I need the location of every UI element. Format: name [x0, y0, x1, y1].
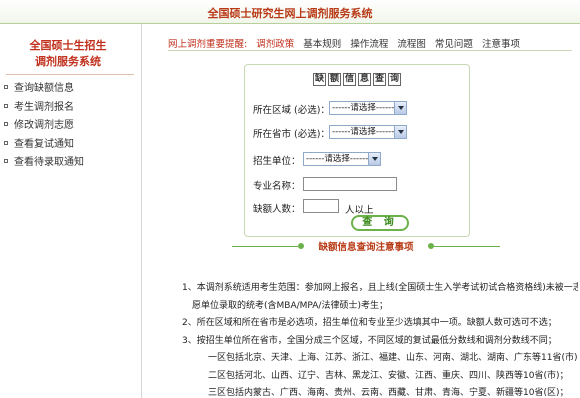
tab-procedure[interactable]: 操作流程 — [350, 36, 388, 50]
note-line: 愿单位录取的统考(含MBA/MPA/法律硕士)考生； — [192, 300, 388, 311]
sidebar-item-label: 查询缺额信息 — [14, 83, 74, 94]
province-select[interactable]: ------请选择------ — [329, 125, 407, 139]
vacancy-label: 缺额人数： — [253, 204, 301, 215]
note-line: 三区包括内蒙古、广西、海南、贵州、云南、西藏、甘肃、青海、宁夏、新疆等10省(区… — [208, 388, 569, 398]
province-select-value: ------请选择------ — [332, 127, 395, 137]
bullet-icon — [4, 159, 8, 163]
unit-select-value: ------请选择------ — [306, 154, 369, 164]
note-line: 2、所在区域和所在省市是必选项，招生单位和专业至少选填其中一项。缺额人数可选可不… — [182, 318, 557, 328]
title-char: 缺 — [313, 73, 326, 86]
vacancy-suffix: 人以上 — [345, 205, 374, 216]
vacancy-count-input[interactable] — [303, 199, 339, 213]
note-line: 3、按招生单位所在省市，全国分成三个区域，不同区域的复试最低分数线和调剂分数线不… — [182, 335, 557, 346]
title-char: 信 — [343, 73, 356, 86]
divider-line — [434, 246, 500, 247]
sidebar: 全国硕士生招生 调剂服务系统 查询缺额信息 考生调剂报名 修改调剂志愿 查看复试… — [0, 24, 142, 398]
notice-label: 网上调剂重要提醒: — [168, 39, 248, 50]
brand-divider — [6, 74, 134, 75]
sidebar-item-label: 查看待录取通知 — [14, 157, 84, 168]
form-title: 缺额信息查询 — [245, 73, 469, 86]
bullet-icon — [4, 85, 8, 89]
info-tabs: 网上调剂重要提醒: 调剂政策 基本规则 操作流程 流程图 常见问题 注意事项 — [168, 36, 526, 50]
major-label: 专业名称： — [253, 181, 301, 192]
top-banner: 全国硕士研究生网上调剂服务系统 — [0, 0, 580, 24]
divider-line — [232, 246, 298, 247]
notes-heading: 缺额信息查询注意事项 — [232, 239, 500, 253]
note-line: 1、本调剂系统适用考生范围：参加网上报名，且上线(全国硕士生入学考试初试合格资格… — [182, 283, 578, 293]
region-label: 所在区域 (必选)： — [253, 105, 330, 116]
title-char: 额 — [328, 73, 341, 86]
tab-flowchart[interactable]: 流程图 — [397, 36, 426, 50]
sidebar-brand: 全国硕士生招生 调剂服务系统 — [8, 38, 128, 70]
tab-basic-rules[interactable]: 基本规则 — [303, 36, 341, 50]
tabs-divider — [168, 50, 572, 51]
sidebar-item-admission-notice[interactable]: 查看待录取通知 — [0, 154, 140, 173]
tab-notes[interactable]: 注意事项 — [482, 36, 520, 50]
brand-line-1: 全国硕士生招生 — [29, 39, 107, 52]
chevron-down-icon — [394, 126, 406, 138]
region-select[interactable]: ------请选择------ — [329, 101, 407, 115]
tab-policy[interactable]: 调剂政策 — [256, 36, 294, 50]
brand-line-2: 调剂服务系统 — [35, 55, 101, 68]
unit-select[interactable]: ------请选择------ — [303, 152, 381, 166]
bullet-icon — [4, 122, 8, 126]
tab-faq[interactable]: 常见问题 — [435, 36, 473, 50]
sidebar-item-apply[interactable]: 考生调剂报名 — [0, 99, 140, 118]
sidebar-item-query-vacancy[interactable]: 查询缺额信息 — [0, 80, 140, 99]
notes-heading-text: 缺额信息查询注意事项 — [318, 242, 414, 253]
bullet-icon — [4, 140, 8, 145]
query-button[interactable]: 查 询 — [351, 215, 409, 231]
title-char: 息 — [358, 73, 371, 86]
note-line: 二区包括河北、山西、辽宁、吉林、黑龙江、安徽、江西、重庆、四川、陕西等10省(市… — [208, 370, 569, 381]
sidebar-menu: 查询缺额信息 考生调剂报名 修改调剂志愿 查看复试通知 查看待录取通知 — [0, 80, 140, 173]
sidebar-item-label: 修改调剂志愿 — [14, 120, 74, 131]
vacancy-query-form: 缺额信息查询 所在区域 (必选)： ------请选择------ 所在省市 (… — [244, 64, 470, 237]
region-select-value: ------请选择------ — [332, 103, 395, 113]
sidebar-item-retest-notice[interactable]: 查看复试通知 — [0, 136, 140, 155]
dot-icon — [298, 243, 304, 249]
title-char: 询 — [388, 73, 401, 86]
sidebar-item-label: 查看复试通知 — [14, 138, 74, 150]
site-title: 全国硕士研究生网上调剂服务系统 — [207, 7, 373, 20]
note-line: 一区包括北京、天津、上海、江苏、浙江、福建、山东、河南、湖北、湖南、广东等11省… — [208, 353, 578, 363]
bullet-icon — [4, 103, 8, 108]
major-input[interactable] — [303, 177, 397, 191]
main-content: 网上调剂重要提醒: 调剂政策 基本规则 操作流程 流程图 常见问题 注意事项 缺… — [142, 24, 580, 398]
sidebar-item-label: 考生调剂报名 — [14, 101, 74, 113]
title-char: 查 — [373, 73, 386, 86]
notes-list: 1、本调剂系统适用考生范围：参加网上报名，且上线(全国硕士生入学考试初试合格资格… — [182, 280, 578, 398]
chevron-down-icon — [368, 153, 380, 165]
province-label: 所在省市 (必选)： — [253, 129, 330, 140]
sidebar-item-edit-choice[interactable]: 修改调剂志愿 — [0, 117, 140, 136]
chevron-down-icon — [394, 102, 406, 114]
unit-label: 招生单位： — [253, 156, 301, 167]
